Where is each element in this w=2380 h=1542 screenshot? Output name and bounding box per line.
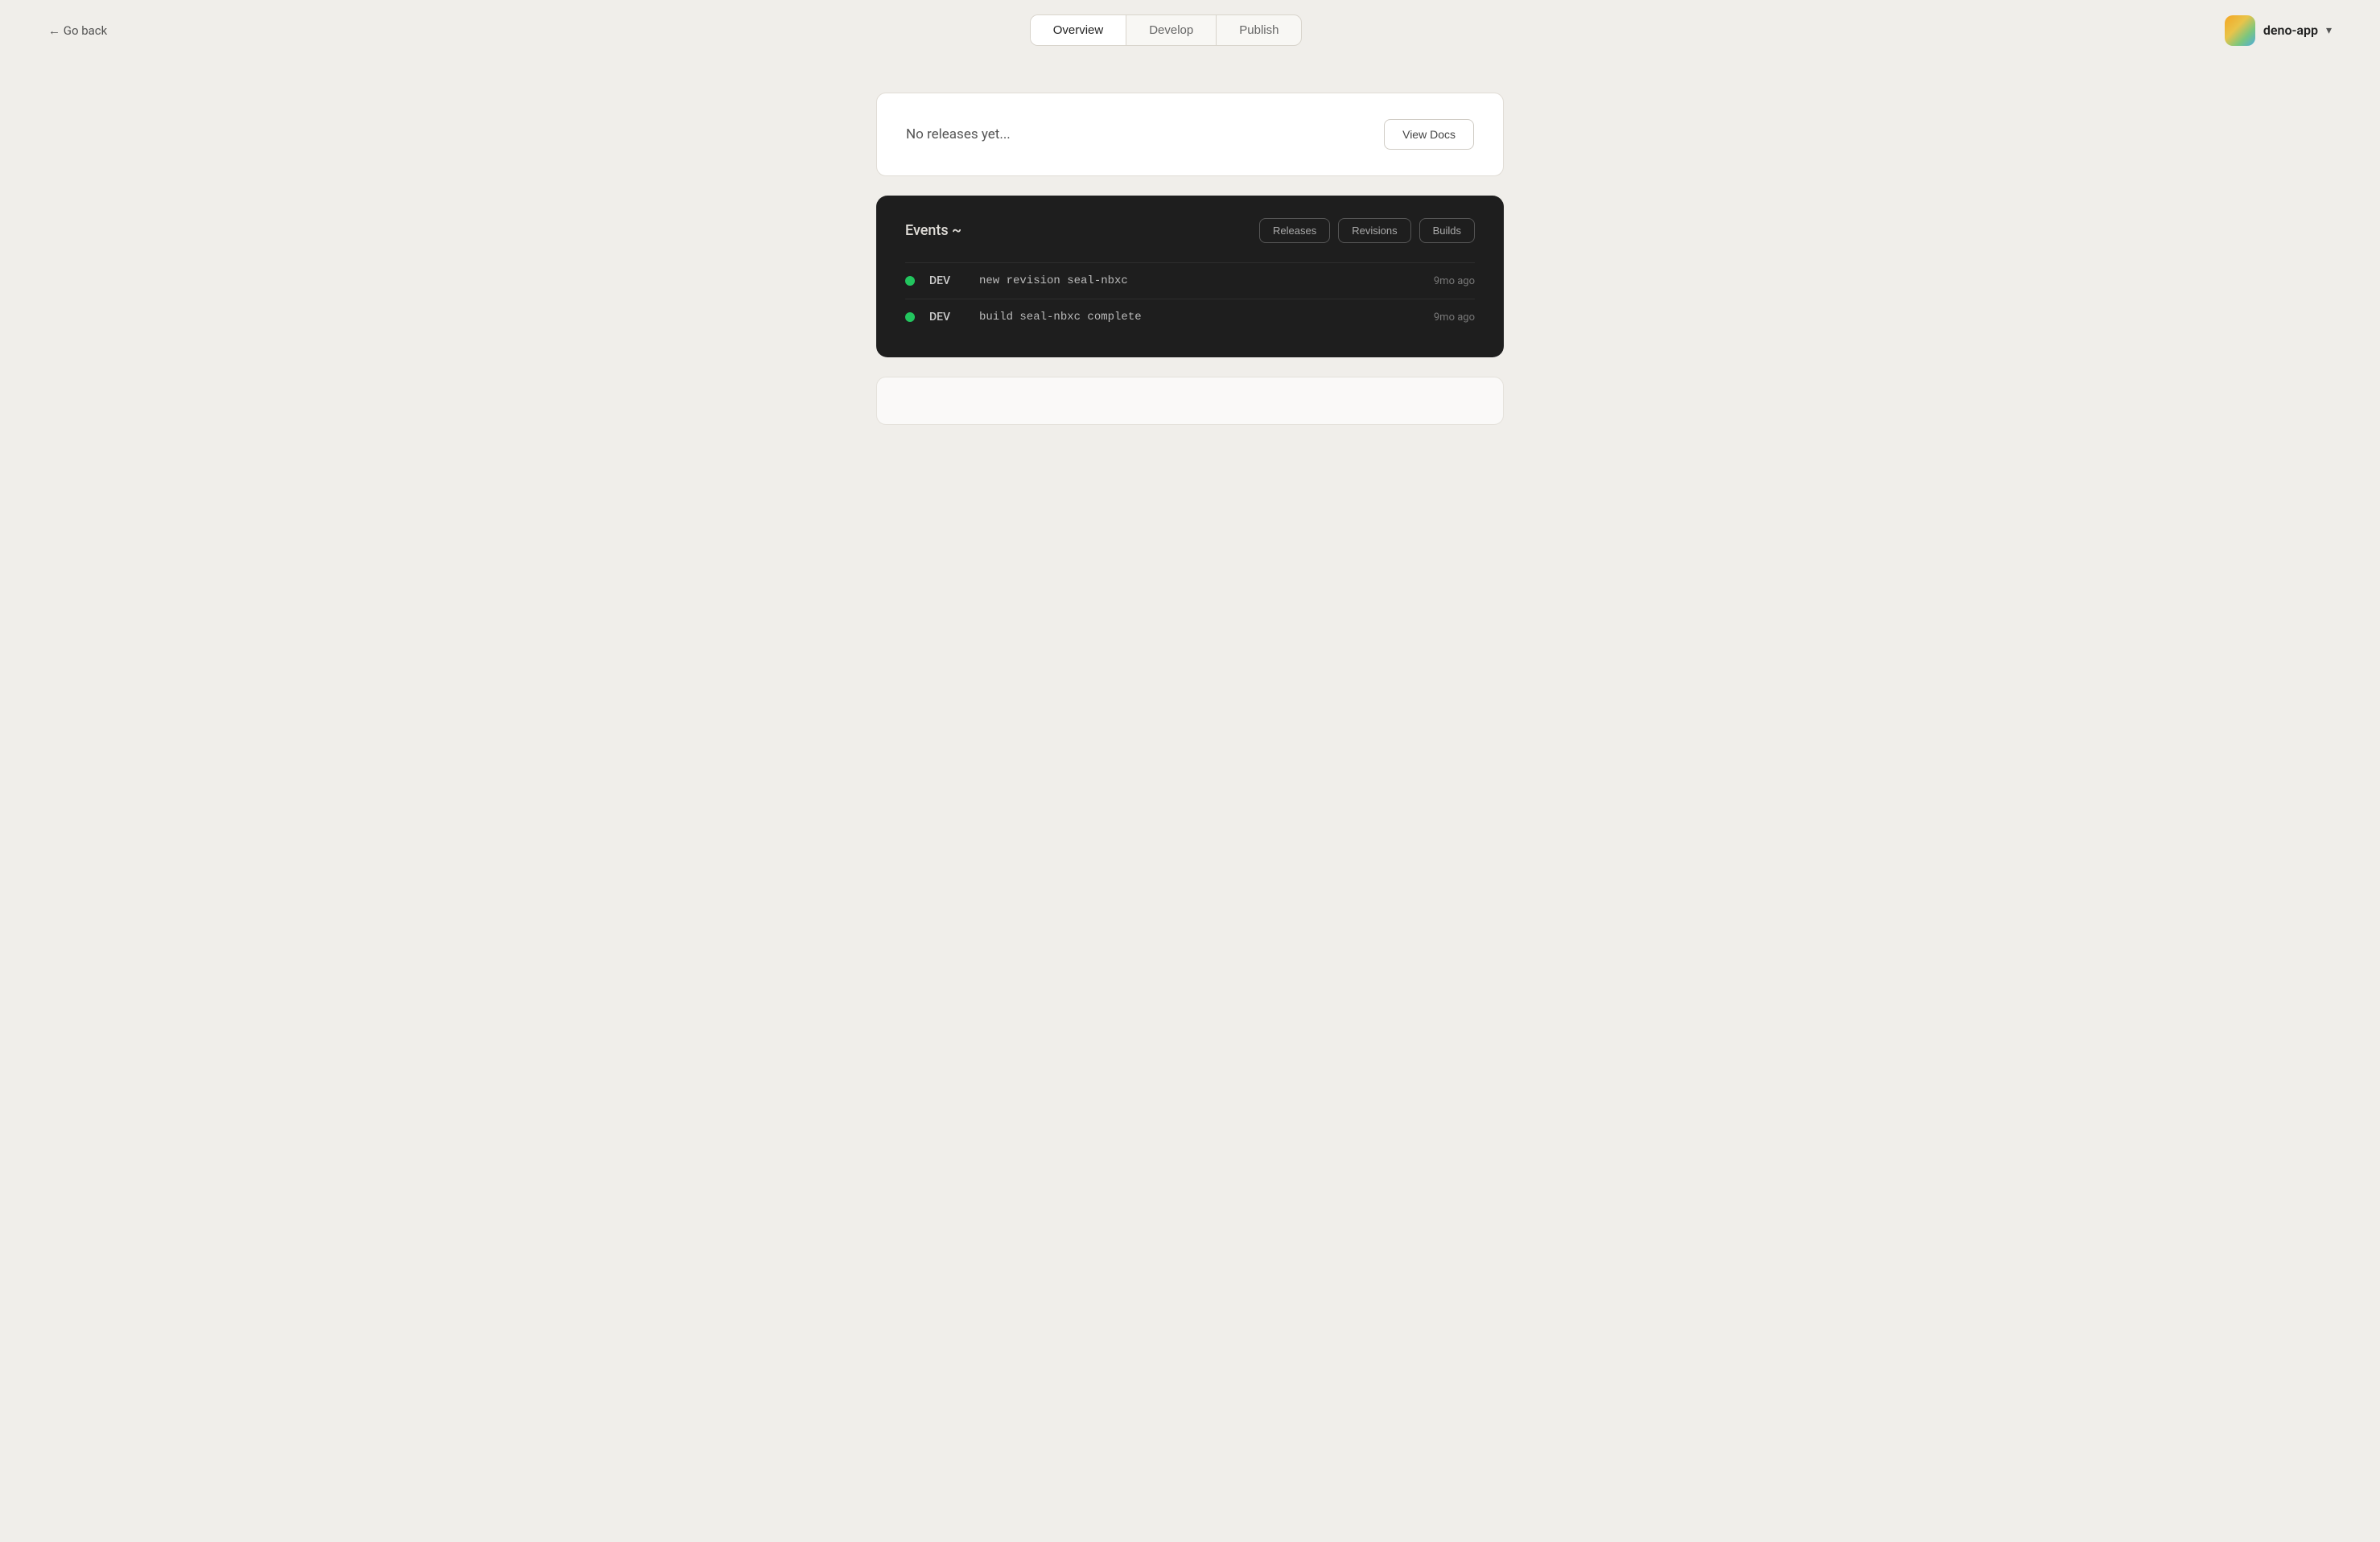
- bottom-placeholder-card: [876, 377, 1504, 425]
- chevron-down-icon: ▾: [2326, 24, 2332, 37]
- filter-releases-button[interactable]: Releases: [1259, 218, 1330, 243]
- events-title: Events ~: [905, 222, 961, 239]
- event-message: build seal-nbxc complete: [979, 311, 1434, 324]
- no-releases-text: No releases yet...: [906, 126, 1011, 142]
- view-docs-button[interactable]: View Docs: [1384, 119, 1474, 150]
- events-card: Events ~ Releases Revisions Builds DEV n…: [876, 196, 1504, 357]
- events-header: Events ~ Releases Revisions Builds: [905, 218, 1475, 243]
- event-message: new revision seal-nbxc: [979, 274, 1434, 287]
- event-time: 9mo ago: [1434, 311, 1475, 324]
- status-dot-success: [905, 276, 915, 286]
- event-row: DEV new revision seal-nbxc 9mo ago: [905, 262, 1475, 299]
- event-env: DEV: [929, 311, 970, 324]
- go-back-link[interactable]: ← Go back: [48, 23, 107, 38]
- header: ← Go back Overview Develop Publish deno-…: [0, 0, 2380, 60]
- filter-builds-button[interactable]: Builds: [1419, 218, 1475, 243]
- tab-develop[interactable]: Develop: [1126, 15, 1217, 45]
- main-content: No releases yet... View Docs Events ~ Re…: [860, 93, 1520, 425]
- app-icon: [2225, 15, 2255, 46]
- status-dot-success: [905, 312, 915, 322]
- event-env: DEV: [929, 274, 970, 287]
- event-time: 9mo ago: [1434, 275, 1475, 287]
- events-filter-buttons: Releases Revisions Builds: [1259, 218, 1475, 243]
- app-identity[interactable]: deno-app ▾: [2225, 15, 2332, 46]
- go-back-label: ← Go back: [48, 23, 107, 38]
- filter-revisions-button[interactable]: Revisions: [1338, 218, 1410, 243]
- tab-publish[interactable]: Publish: [1217, 15, 1301, 45]
- event-row: DEV build seal-nbxc complete 9mo ago: [905, 299, 1475, 335]
- no-releases-card: No releases yet... View Docs: [876, 93, 1504, 176]
- app-name-label: deno-app: [2263, 23, 2318, 38]
- tab-overview[interactable]: Overview: [1031, 15, 1127, 45]
- nav-tabs: Overview Develop Publish: [1030, 14, 1303, 46]
